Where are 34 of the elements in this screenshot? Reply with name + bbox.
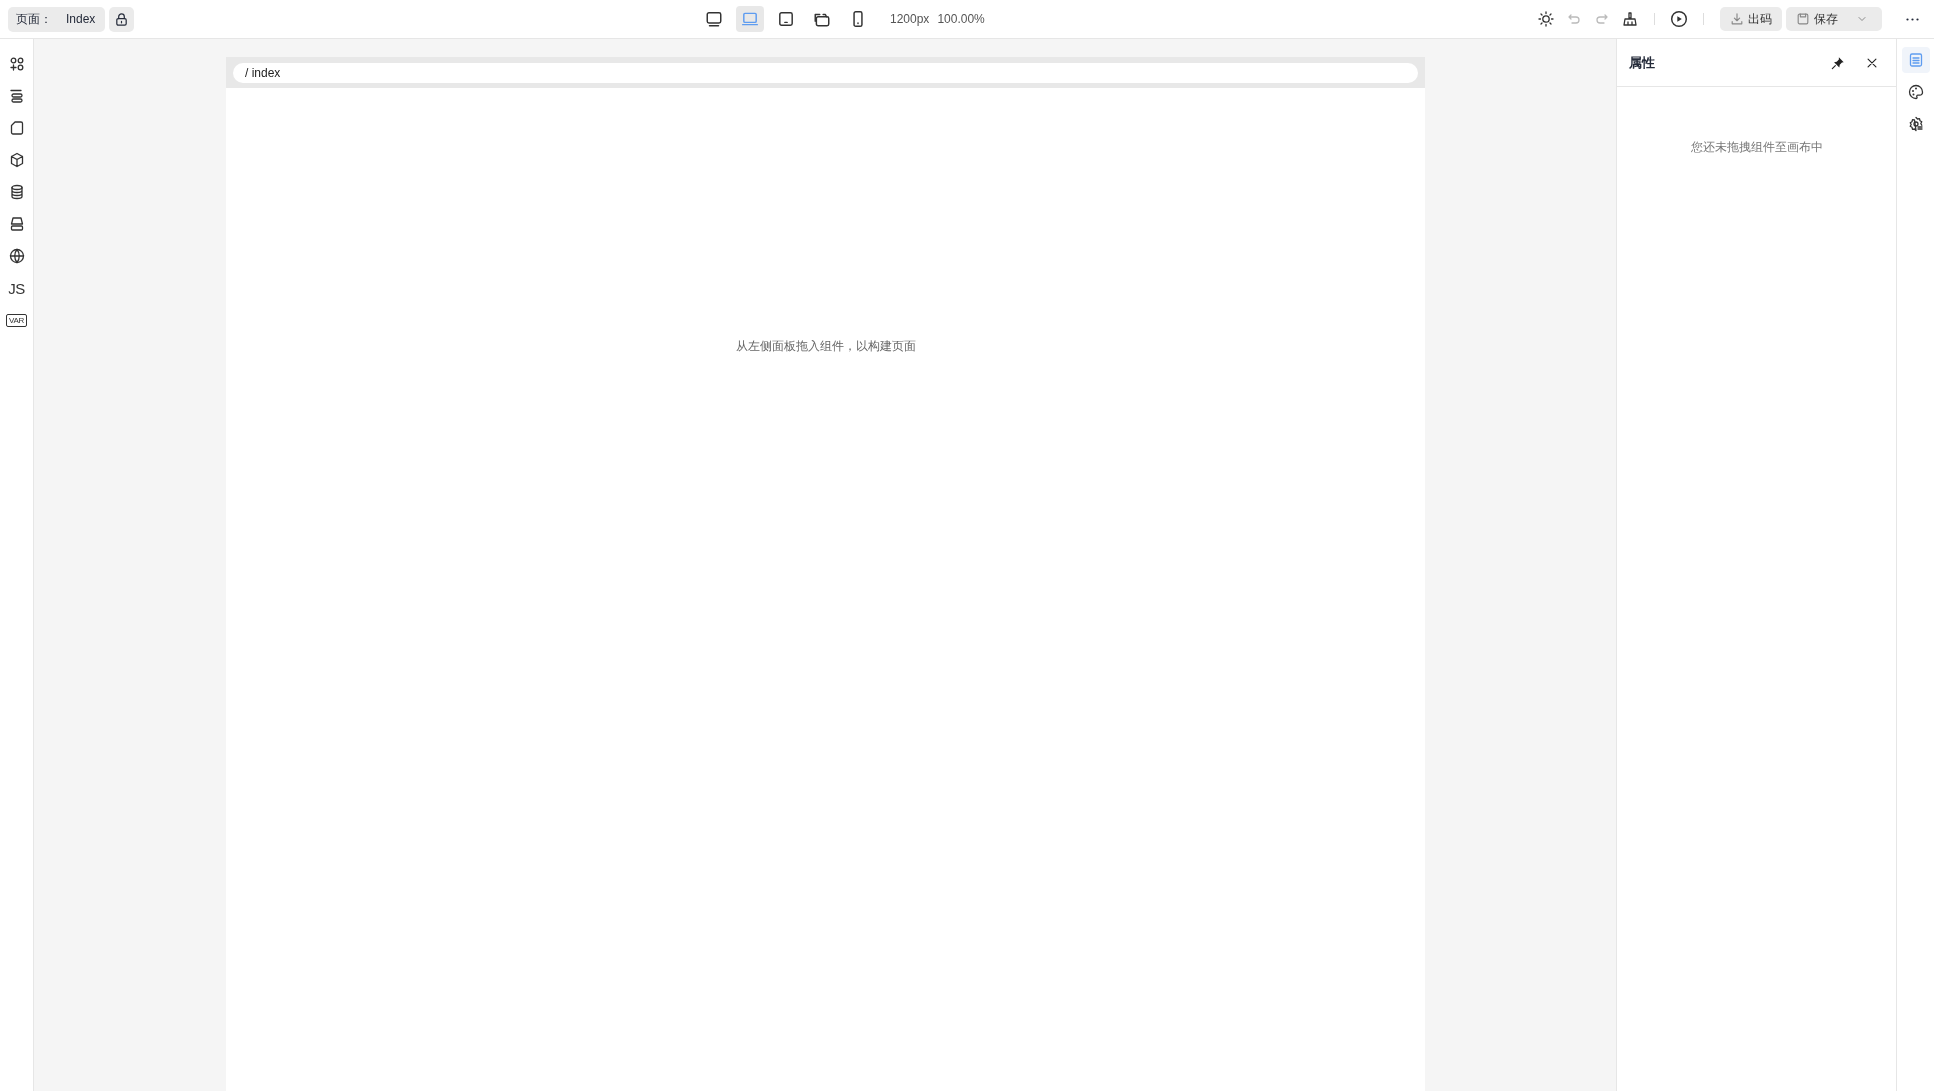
tablet-icon	[777, 10, 795, 28]
gear-icon	[1907, 116, 1924, 132]
cube-icon	[8, 152, 25, 168]
empty-props-hint: 您还未拖拽组件至画布中	[1690, 140, 1823, 154]
page-selector[interactable]: 页面： Index	[8, 6, 106, 32]
sun-icon	[1538, 11, 1554, 27]
database-icon	[8, 184, 25, 200]
list-tab[interactable]	[1901, 47, 1930, 73]
broom-icon	[1622, 11, 1638, 27]
more-icon	[1905, 17, 1919, 21]
components-icon	[8, 56, 25, 72]
globe-icon	[8, 248, 25, 264]
lock-icon	[114, 11, 130, 27]
export-button[interactable]: 出码	[1720, 7, 1782, 31]
page-icon	[8, 120, 25, 136]
canvas-width: 1200px	[890, 12, 930, 26]
sidebar-button[interactable]: JS	[3, 275, 30, 301]
floppy-icon	[1796, 12, 1810, 26]
save-button[interactable]: 保存	[1786, 7, 1882, 31]
download-icon	[1730, 12, 1744, 26]
panel-title: 属性	[1629, 53, 1656, 72]
list-icon	[1907, 52, 1924, 68]
tray-icon	[8, 216, 25, 232]
outline-icon	[8, 88, 25, 104]
laptop-icon	[741, 10, 759, 28]
zoom-level: 100.00%	[937, 12, 985, 26]
lock-button[interactable]	[109, 6, 135, 32]
sidebar-button[interactable]: VAR	[3, 307, 30, 333]
empty-canvas-hint: 从左侧面板拖入组件，以构建页面	[735, 338, 916, 355]
route-breadcrumb: / index	[233, 63, 1418, 83]
monitor-icon	[705, 10, 723, 28]
palette-icon	[1907, 84, 1924, 100]
pin-icon	[1831, 55, 1845, 70]
play-icon	[1670, 10, 1688, 28]
